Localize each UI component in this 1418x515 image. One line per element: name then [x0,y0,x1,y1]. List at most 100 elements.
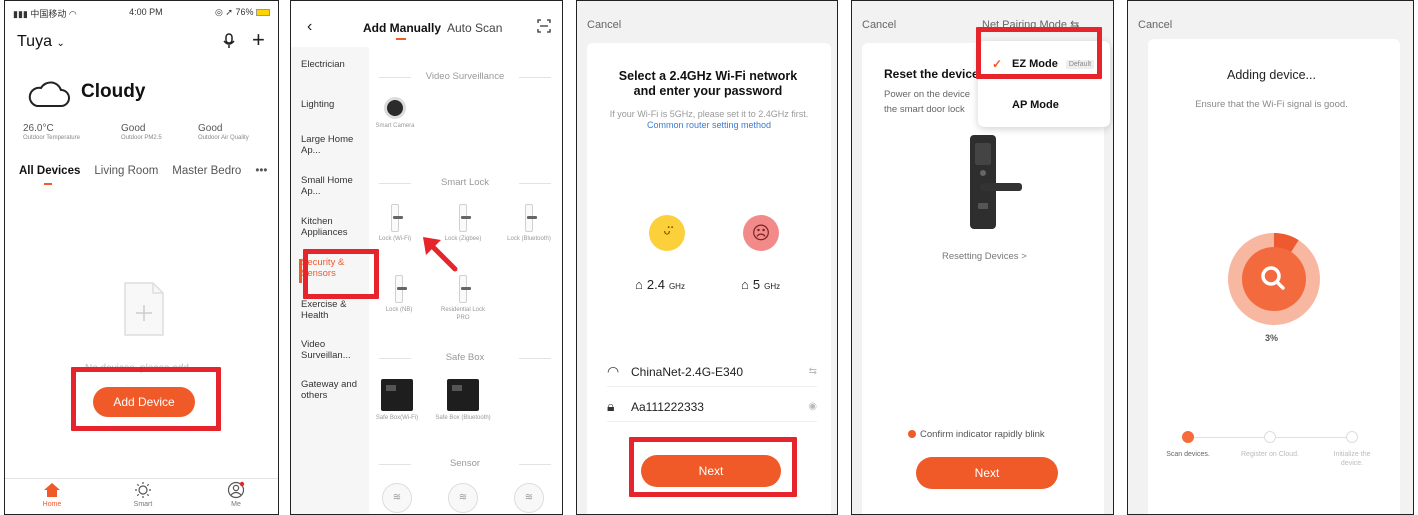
lock-icon [459,204,471,232]
nav-label: Me [231,501,241,508]
add-icon[interactable]: + [252,27,265,53]
device-label: Lock (Bluetooth) [507,236,551,242]
category-electrician[interactable]: Electrician [301,59,363,70]
mic-icon[interactable] [223,33,235,52]
nav-label: Smart [133,501,153,508]
device-safe-bluetooth[interactable]: Safe Box (Bluetooth) [435,379,491,422]
highlight-box [303,249,379,299]
device-lock-wifi[interactable]: Lock (Wi-Fi) [367,204,423,243]
tab-all-devices[interactable]: All Devices [19,165,80,177]
screen-reset-device: Cancel Net Pairing Mode ⇆ Reset the devi… [851,0,1114,515]
screen-add-device: ‹ Add Manually Auto Scan Electrician Lig… [290,0,563,515]
tab-add-manually[interactable]: Add Manually [363,21,441,35]
device-sensor[interactable]: ≋ [501,483,557,513]
device-label: Smart Camera [375,123,415,129]
scan-icon[interactable] [537,19,551,36]
nav-home[interactable]: Home [27,481,77,508]
sensor-icon: ≋ [382,483,412,513]
wifi-status-icon: ◠ [68,9,77,19]
carrier-label: 中国移动 [30,9,67,19]
tab-auto-scan[interactable]: Auto Scan [447,21,502,35]
step-label-register: Register on Cloud. [1241,451,1299,458]
cancel-button[interactable]: Cancel [1138,19,1172,31]
cancel-button[interactable]: Cancel [587,19,621,31]
safe-box-icon [447,379,479,411]
password-field[interactable]: Aa111222333 [631,400,808,414]
step-label-initialize: Initialize the device. [1333,451,1371,467]
status-time: 4:00 PM [129,7,163,17]
band-value: 2.4 [646,277,665,292]
home-icon [27,481,77,499]
lock-icon: 🔒︎ [607,398,615,414]
confirm-label: Confirm indicator rapidly blink [920,429,1045,440]
nav-smart[interactable]: Smart [118,481,168,508]
active-category-bar [299,259,302,283]
band-unit: GHz [764,282,781,291]
device-lock-nb[interactable]: Lock (NB) [371,275,427,314]
sad-face-icon: ☹ [743,215,779,251]
device-sensor[interactable]: ≋ [435,483,491,513]
metric-label: Outdoor PM2.5 [121,135,162,141]
section-title: Sensor [379,458,551,469]
confirm-checkbox[interactable]: Confirm indicator rapidly blink [908,429,1045,440]
reset-heading: Reset the device [884,67,979,81]
category-gateway[interactable]: Gateway and others [301,379,363,401]
progress-ring [1228,233,1320,325]
device-lock-bluetooth[interactable]: Lock (Bluetooth) [501,204,557,243]
happy-face-icon: ᵕ̈ [649,215,685,251]
step-dot-scan [1182,431,1194,443]
category-lighting[interactable]: Lighting [301,99,363,110]
door-lock-icon [970,135,1022,229]
bottom-nav: Home Smart Me [5,478,278,514]
lock-icon [459,275,471,303]
tab-master-bedroom[interactable]: Master Bedro [172,165,241,177]
heading-line: and enter your password [633,84,783,98]
chevron-down-icon: ⌄ [56,38,65,49]
device-smart-camera[interactable]: Smart Camera [367,97,423,130]
adding-heading: Adding device... [1227,68,1316,82]
check-circle-icon [908,430,916,438]
device-safe-wifi[interactable]: Safe Box(Wi-Fi) [369,379,425,422]
switch-network-icon[interactable]: ⇆ [809,366,817,377]
device-sensor[interactable]: ≋ [369,483,425,513]
band-2-4ghz: ⌂ 2.4 GHz [635,277,685,292]
status-bar: ▮▮▮ 中国移动 ◠ 4:00 PM ◎ ➚ 76% [13,7,270,20]
weather-label: Cloudy [81,81,146,102]
step-dot-initialize [1346,431,1358,443]
menu-item-ap-mode[interactable]: AP Mode [992,99,1059,111]
nav-me[interactable]: Me [211,481,261,508]
empty-document-icon [124,282,164,336]
screen-wifi-select: Cancel Select a 2.4GHz Wi-Fi network and… [576,0,838,515]
category-large-home-appliances[interactable]: Large Home Ap... [301,134,363,156]
eye-icon[interactable]: ◉ [808,401,817,412]
section-title: Video Surveillance [379,71,551,82]
wifi-ssid-row[interactable]: ◠ ChinaNet-2.4G-E340 ⇆ [607,357,817,387]
category-video-surveillance[interactable]: Video Surveillan... [301,339,363,361]
router-help-link[interactable]: Common router setting method [647,120,771,130]
battery-icon [256,9,270,16]
sun-icon [118,481,168,499]
category-kitchen-appliances[interactable]: Kitchen Appliances [301,216,363,238]
tab-living-room[interactable]: Living Room [94,165,158,177]
cancel-button[interactable]: Cancel [862,19,896,31]
device-label: Safe Box (Bluetooth) [435,415,491,421]
band-unit: GHz [668,282,685,291]
device-label: Lock (Wi-Fi) [378,236,412,242]
more-tabs-icon[interactable]: ••• [255,165,267,177]
resetting-devices-link[interactable]: Resetting Devices > [942,251,1027,262]
device-label: Lock (NB) [385,307,413,313]
next-button[interactable]: Next [916,457,1058,489]
back-icon[interactable]: ‹ [307,18,312,36]
category-exercise-health[interactable]: Exercise & Health [301,299,363,321]
category-small-home-appliances[interactable]: Small Home Ap... [301,175,363,197]
wifi-password-row[interactable]: 🔒︎ Aa111222333 ◉ [607,392,817,422]
home-selector[interactable]: Tuya ⌄ [17,33,65,51]
signal-icon: ▮▮▮ [13,9,28,19]
screen-home: ▮▮▮ 中国移动 ◠ 4:00 PM ◎ ➚ 76% Tuya ⌄ + Clou… [4,0,279,515]
device-lock-pro[interactable]: Residential Lock PRO [435,275,491,322]
metric-value: 26.0°C [23,123,54,134]
home-name: Tuya [17,33,52,50]
camera-icon [384,97,406,119]
tab-indicator [396,38,406,40]
safe-box-icon [381,379,413,411]
